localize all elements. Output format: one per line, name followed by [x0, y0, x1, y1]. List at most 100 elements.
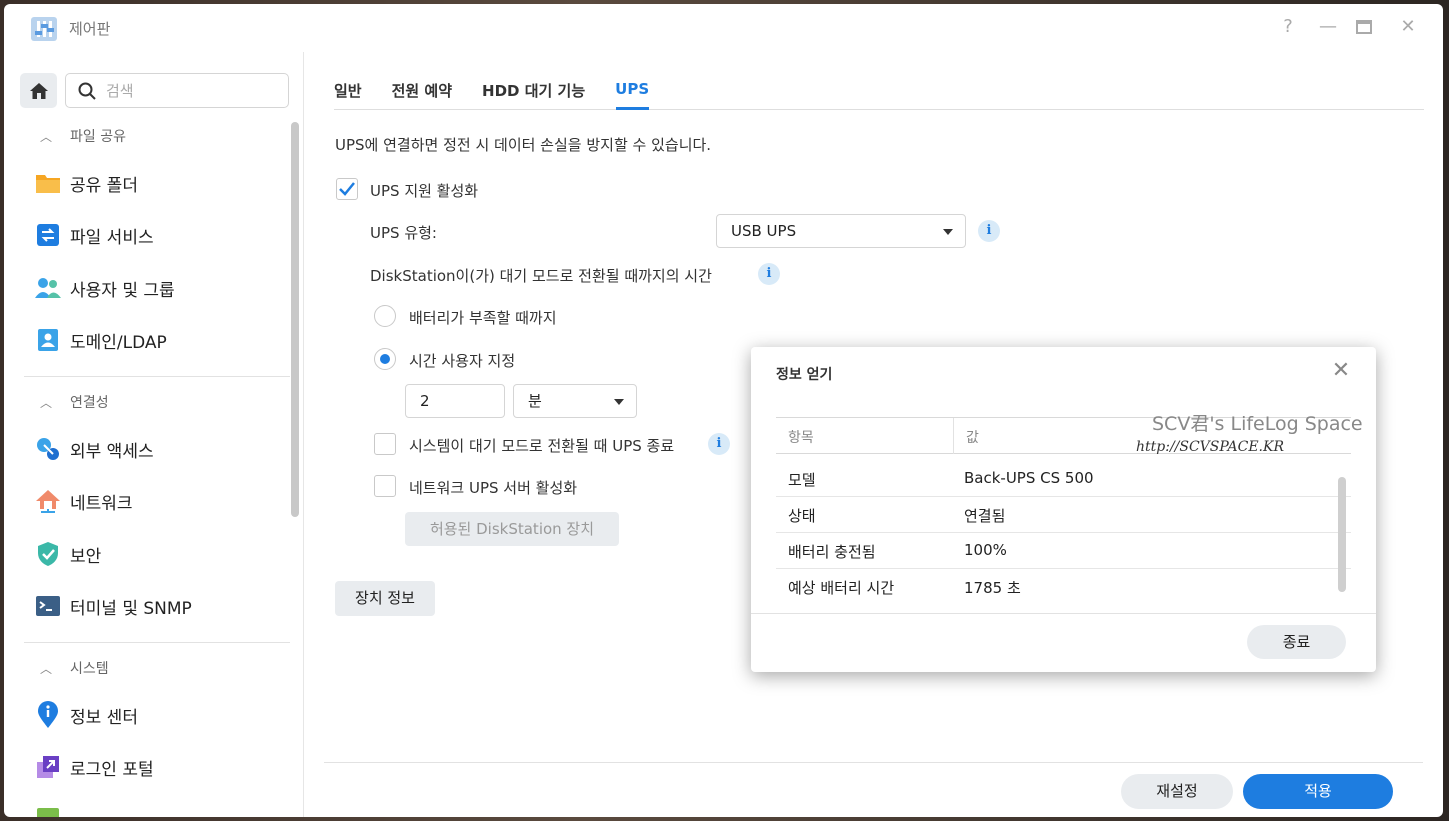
chevron-up-icon: ︿: [40, 129, 53, 144]
home-icon: [29, 82, 48, 99]
sidebar-scrollbar[interactable]: [291, 122, 299, 517]
info-center-icon: [34, 701, 62, 729]
tab-power-schedule[interactable]: 전원 예약: [392, 68, 452, 112]
sidebar-item-label: 로그인 포털: [70, 759, 154, 780]
info-icon[interactable]: i: [708, 433, 730, 455]
table-row: 모델 Back-UPS CS 500: [776, 461, 1351, 497]
title-bar: 제어판 ? — ✕: [4, 4, 1443, 52]
column-header-item: 항목: [788, 430, 814, 446]
sidebar-item-shared-folder[interactable]: 공유 폴더: [34, 165, 138, 201]
row-value: 연결됨: [964, 507, 1006, 525]
custom-time-radio[interactable]: [374, 348, 396, 370]
users-icon: [34, 274, 62, 302]
folder-icon: [34, 169, 62, 197]
sidebar-item-label: 공유 폴더: [70, 175, 138, 196]
section-label: 시스템: [70, 661, 109, 677]
info-icon[interactable]: i: [758, 263, 780, 285]
sidebar-item-label: 파일 서비스: [70, 227, 154, 248]
domain-icon: [34, 326, 62, 354]
row-value: 1785 초: [964, 579, 1021, 597]
sidebar-item-network[interactable]: 네트워크: [34, 483, 133, 519]
ups-type-label: UPS 유형:: [370, 224, 437, 242]
ups-description: UPS에 연결하면 정전 시 데이터 손실을 방지할 수 있습니다.: [335, 136, 712, 154]
shutdown-ups-checkbox[interactable]: [374, 433, 396, 455]
row-key: 모델: [788, 471, 816, 489]
allowed-devices-button: 허용된 DiskStation 장치: [405, 512, 619, 546]
sidebar-item-label: 외부 액세스: [70, 441, 154, 462]
search-box[interactable]: [65, 73, 289, 108]
section-divider: [24, 376, 290, 377]
search-input[interactable]: [106, 81, 276, 100]
battery-low-radio[interactable]: [374, 305, 396, 327]
battery-low-label: 배터리가 부족할 때까지: [409, 309, 557, 327]
regional-options-icon: [34, 805, 62, 817]
network-ups-server-checkbox[interactable]: [374, 475, 396, 497]
checkmark-icon: [339, 182, 355, 196]
row-key: 예상 배터리 시간: [788, 579, 895, 597]
column-header-value: 값: [966, 430, 979, 446]
reset-button[interactable]: 재설정: [1121, 774, 1233, 809]
tab-bar: 일반 전원 예약 HDD 대기 기능 UPS: [334, 68, 1124, 112]
close-icon[interactable]: ✕: [1329, 359, 1353, 383]
column-separator: [953, 418, 954, 454]
section-file-sharing[interactable]: ︿ 파일 공유: [40, 126, 126, 146]
tabs-underline: [334, 109, 1424, 110]
sidebar-item-partial[interactable]: [34, 801, 70, 817]
get-info-dialog: 정보 얻기 ✕ 항목 값 모델 Back-UPS CS 500 상태 연결됨 배…: [751, 347, 1376, 672]
table-row: 예상 배터리 시간 1785 초: [776, 569, 1351, 605]
sidebar-item-external-access[interactable]: 외부 액세스: [34, 431, 154, 467]
sidebar: ︿ 파일 공유 공유 폴더 파일 서비스 사용자 및 그룹 도메인/LDAP ︿…: [4, 52, 304, 817]
sidebar-item-label: 도메인/LDAP: [70, 332, 167, 353]
section-label: 연결성: [70, 395, 109, 411]
chevron-up-icon: ︿: [40, 661, 53, 676]
tab-general[interactable]: 일반: [334, 68, 362, 112]
sidebar-item-label: 네트워크: [70, 493, 133, 514]
sidebar-item-security[interactable]: 보안: [34, 536, 101, 572]
chevron-up-icon: ︿: [40, 395, 53, 410]
standby-time-label: DiskStation이(가) 대기 모드로 전환될 때까지의 시간: [370, 267, 712, 285]
enable-ups-checkbox[interactable]: [336, 178, 358, 200]
table-row: 배터리 충전됨 100%: [776, 533, 1351, 569]
sidebar-item-label: 정보 센터: [70, 707, 138, 728]
sidebar-item-label: 사용자 및 그룹: [70, 280, 175, 301]
enable-ups-label: UPS 지원 활성화: [370, 182, 479, 200]
custom-time-label: 시간 사용자 지정: [409, 352, 516, 370]
sidebar-item-file-services[interactable]: 파일 서비스: [34, 217, 154, 253]
sidebar-item-domain-ldap[interactable]: 도메인/LDAP: [34, 322, 167, 358]
ups-type-value: USB UPS: [731, 222, 797, 240]
info-icon[interactable]: i: [978, 220, 1000, 242]
home-button[interactable]: [20, 73, 57, 108]
table-row: 상태 연결됨: [776, 497, 1351, 533]
sidebar-item-label: 터미널 및 SNMP: [70, 598, 192, 619]
active-tab-indicator: [616, 107, 649, 110]
tab-ups[interactable]: UPS: [615, 68, 649, 112]
section-system[interactable]: ︿ 시스템: [40, 658, 109, 678]
time-value-input[interactable]: 2: [405, 384, 505, 418]
dialog-footer-divider: [751, 613, 1376, 614]
device-info-button[interactable]: 장치 정보: [335, 581, 435, 616]
section-label: 파일 공유: [70, 129, 126, 145]
help-icon[interactable]: ?: [1277, 16, 1299, 38]
sidebar-item-terminal-snmp[interactable]: 터미널 및 SNMP: [34, 588, 192, 624]
sidebar-item-login-portal[interactable]: 로그인 포털: [34, 749, 154, 785]
maximize-icon[interactable]: [1356, 19, 1372, 35]
section-connectivity[interactable]: ︿ 연결성: [40, 392, 109, 412]
terminal-icon: [34, 592, 62, 620]
login-portal-icon: [34, 753, 62, 781]
sidebar-item-users-groups[interactable]: 사용자 및 그룹: [34, 270, 175, 306]
row-value: 100%: [964, 541, 1007, 559]
search-icon: [78, 82, 96, 100]
window-title: 제어판: [69, 20, 111, 38]
dialog-scrollbar[interactable]: [1338, 477, 1346, 592]
dialog-close-button[interactable]: 종료: [1247, 625, 1346, 659]
tab-hdd-hibernation[interactable]: HDD 대기 기능: [482, 68, 585, 112]
close-window-icon[interactable]: ✕: [1397, 16, 1419, 38]
control-panel-icon: [31, 17, 57, 41]
apply-button[interactable]: 적용: [1243, 774, 1393, 809]
watermark-url: http://SCVSPACE.KR: [1136, 439, 1285, 455]
chevron-down-icon: [943, 229, 953, 235]
sidebar-item-info-center[interactable]: 정보 센터: [34, 697, 138, 733]
time-unit-select[interactable]: 분: [513, 384, 637, 418]
ups-type-select[interactable]: USB UPS: [716, 214, 966, 248]
minimize-icon[interactable]: —: [1317, 16, 1339, 38]
